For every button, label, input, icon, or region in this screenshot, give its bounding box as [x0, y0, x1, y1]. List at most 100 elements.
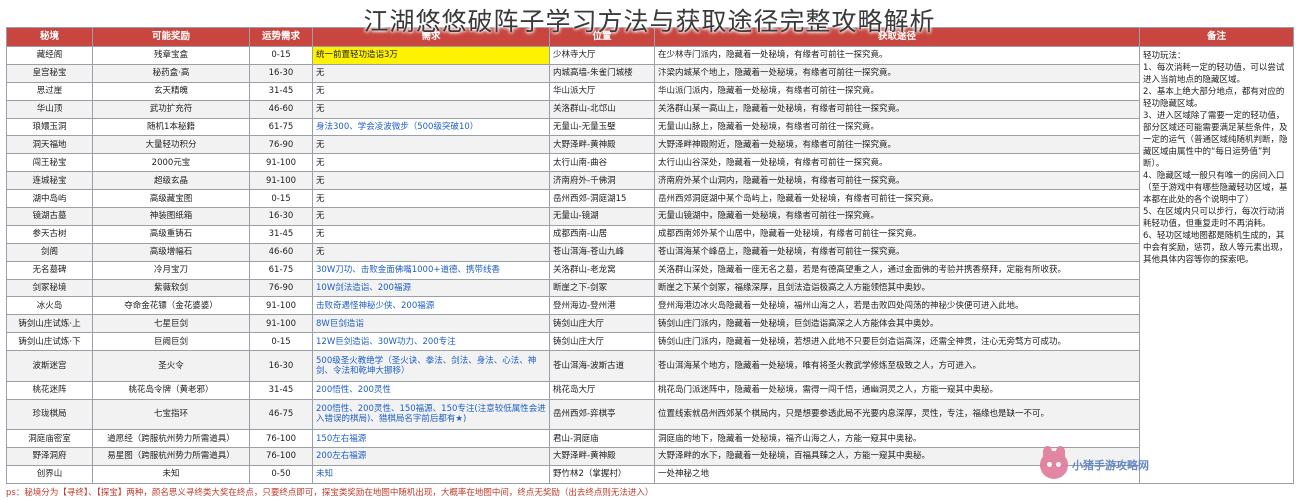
cell-method: 关洛群山深处，隐藏着一座无名之墓，若是有德高望重之人，通过金面佛的考验并携香祭拜…	[654, 260, 1140, 280]
cell-conditions: 无	[312, 224, 550, 244]
cell-location: 君山-洞庭庙	[549, 429, 655, 448]
cell-location: 太行山南-曲谷	[549, 153, 655, 173]
cell-conditions: 无	[312, 153, 550, 173]
cell-method: 铸剑山庄门派内，隐藏着一处秘境，巨剑造诣高深之人方能体会其中奥妙。	[654, 314, 1140, 334]
cell-secret: 华山顶	[6, 99, 93, 119]
table-row: 参天古树 高级重铸石 31-45 无成都西南-山居 成都西南郊外某个山居中，隐藏着一处秘…	[6, 224, 1294, 244]
cell-reward: 武功扩充符	[92, 99, 250, 119]
cell-method: 断崖之下某个剑冢，福缘深厚，且剑法造诣极高之人方能领悟其中奥妙。	[654, 278, 1140, 298]
cell-luck: 0-15	[249, 332, 313, 352]
table-row: 藏经阁 残章宝盒 0-15 统一前置轻功造诣3万 少林寺大厅 在少林寺门派内，隐藏着一处秘…	[6, 46, 1294, 484]
cell-secret: 野泽洞府	[6, 446, 93, 466]
cell-method: 太行山山谷深处，隐藏着一处秘境，有缘者可前往一探究竟。	[654, 153, 1140, 173]
notes-cell: 轻功玩法： 1、每次消耗一定的轻功值，可以尝试进入当前地点的隐藏区域。 2、基本…	[1139, 46, 1294, 484]
table-row: 桃花迷阵 桃花岛令牌（黄老邪） 31-45 200悟性、200灵性 桃花岛大厅 桃花岛门派…	[6, 380, 1294, 400]
cell-location: 铸剑山庄大厅	[549, 332, 655, 352]
guide-table: 秘境 可能奖励 运势需求 需求 位置 获取途径 备注 藏经阁 残章宝盒 0-15 统一…	[6, 27, 1294, 485]
cell-conditions: 无	[312, 189, 550, 209]
cell-secret: 波斯迷宫	[6, 350, 93, 382]
cell-luck: 91-100	[249, 171, 313, 191]
cell-conditions: 500级圣火教绝学（圣火诀、拳法、剑法、身法、心法、神剑、令法和乾坤大挪移）	[312, 350, 550, 382]
cell-method: 大野泽畔神殿附近，隐藏着一处秘境，有缘者可前往一探究竟。	[654, 135, 1140, 155]
cell-luck: 91-100	[249, 296, 313, 316]
cell-location: 成都西南-山居	[549, 224, 655, 244]
cell-reward: 冷月宝刀	[92, 260, 250, 280]
watermark-text: 小猪手游攻略网	[1072, 459, 1149, 472]
cell-location: 关洛群山-北邙山	[549, 99, 655, 119]
cell-reward: 夺命金花镖（金花婆婆）	[92, 296, 250, 316]
cell-luck: 16-30	[249, 350, 313, 382]
cell-luck: 31-45	[249, 224, 313, 244]
cell-reward: 高级藏宝图	[92, 189, 250, 209]
cell-secret: 思过崖	[6, 81, 93, 101]
cell-secret: 镜湖古墓	[6, 207, 93, 226]
cell-location: 无量山-无量玉璧	[549, 117, 655, 137]
cell-method: 苍山洱海某个峰岳上，隐藏着一处秘境，有缘者可前往一探究竟。	[654, 242, 1140, 262]
cell-method: 无量山镜湖中，隐藏着一处秘境，有缘者可前往一探究竟。	[654, 207, 1140, 226]
cell-reward: 随机1本秘籍	[92, 117, 250, 137]
table-row: 闯王秘宝 2000元宝 91-100 无太行山南-曲谷 太行山山谷深处，隐藏着一处秘境，…	[6, 153, 1294, 173]
cell-luck: 46-60	[249, 242, 313, 262]
cell-secret: 珍珑棋局	[6, 398, 93, 431]
cell-luck: 0-15	[249, 46, 313, 65]
cell-method: 济南府外某个山洞内，隐藏着一处秘境，有缘者可前往一探究竟。	[654, 171, 1140, 191]
cell-location: 少林寺大厅	[549, 46, 655, 65]
cell-luck: 46-60	[249, 99, 313, 119]
cell-method: 桃花岛门派迷阵中，隐藏着一处秘境，需得一闯千悟，通幽洞灵之人，方能一窥其中奥秘。	[654, 380, 1140, 400]
cell-conditions: 无	[312, 81, 550, 101]
cell-location: 内城高墙-朱雀门城楼	[549, 63, 655, 83]
table-row: 洞天福地 大量轻功积分 76-90 无大野泽畔-黄神殿 大野泽畔神殿附近，隐藏着一处秘境…	[6, 135, 1294, 155]
cell-conditions: 150左右福源	[312, 429, 550, 448]
cell-luck: 61-75	[249, 260, 313, 280]
cell-location: 无量山-镜湖	[549, 207, 655, 226]
table-row: 铸剑山庄试炼·上 七星巨剑 91-100 8W巨剑造诣 铸剑山庄大厅 铸剑山庄门派内，隐藏…	[6, 314, 1294, 334]
cell-method: 岳州西郊洞庭湖中某个岛屿上，隐藏着一处秘境，有缘者可前往一探究竟。	[654, 189, 1140, 209]
cell-conditions: 未知	[312, 464, 550, 485]
cell-secret: 剑阁	[6, 242, 93, 262]
cell-luck: 31-45	[249, 380, 313, 400]
table-row: 珍珑棋局 七宝指环 46-75 200悟性、200灵性、150福源、150专注(注意较…	[6, 398, 1294, 431]
cell-conditions: 8W巨剑造诣	[312, 314, 550, 334]
cell-conditions: 无	[312, 207, 550, 226]
table-row: 皇宫秘宝 秘药盒·高 16-30 无内城高墙-朱雀门城楼 汴梁内城某个地上，隐藏着一处秘…	[6, 63, 1294, 83]
cell-secret: 皇宫秘宝	[6, 63, 93, 83]
cell-conditions: 200左右福源	[312, 446, 550, 466]
cell-reward: 高级重铸石	[92, 224, 250, 244]
table-body: 藏经阁 残章宝盒 0-15 统一前置轻功造诣3万 少林寺大厅 在少林寺门派内，隐藏着一处秘…	[6, 46, 1294, 485]
table-row: 剑阁 高级增幅石 46-60 无苍山洱海-苍山九峰 苍山洱海某个峰岳上，隐藏着一处秘境，…	[6, 242, 1294, 262]
cell-secret: 藏经阁	[6, 46, 93, 65]
cell-reward: 2000元宝	[92, 153, 250, 173]
cell-conditions: 12W巨剑造诣、30W功力、200专注	[312, 332, 550, 352]
cell-method: 登州海港边冰火岛隐藏着一处秘境，福州山海之人，若是击败四处闯荡的神秘少侠便可进入…	[654, 296, 1140, 316]
table-row: 剑冢秘境 紫薇软剑 76-90 10W剑法造诣、200福源 断崖之下-剑冢 断崖之下某个剑…	[6, 278, 1294, 298]
cell-location: 大野泽畔-黄神殿	[549, 135, 655, 155]
cell-luck: 76-100	[249, 429, 313, 448]
cell-method: 成都西南郊外某个山居中，隐藏着一处秘境，有缘者可前往一探究竟。	[654, 224, 1140, 244]
cell-reward: 七宝指环	[92, 398, 250, 431]
cell-location: 华山派大厅	[549, 81, 655, 101]
cell-conditions: 无	[312, 171, 550, 191]
cell-reward: 易星图（跨服杭州势力所需道具）	[92, 446, 250, 466]
table-row: 琅嬛玉洞 随机1本秘籍 61-75 身法300、学会凌波微步（500级突破10） 无量山…	[6, 117, 1294, 137]
cell-luck: 61-75	[249, 117, 313, 137]
cell-location: 岳州西郊-洞庭湖15	[549, 189, 655, 209]
table-row: 连城秘宝 超级玄晶 91-100 无济南府外-千佛洞 济南府外某个山洞内，隐藏着一处秘境…	[6, 171, 1294, 191]
cell-method: 汴梁内城某个地上，隐藏着一处秘境，有缘者可前往一探究竟。	[654, 63, 1140, 83]
cell-secret: 洞庭庙密室	[6, 429, 93, 448]
cell-method: 铸剑山庄门派内，隐藏着一处秘境，若想进入此地不只要巨剑造诣高深，还需全神贯，注心…	[654, 332, 1140, 352]
cell-luck: 0-50	[249, 464, 313, 485]
cell-conditions: 无	[312, 63, 550, 83]
cell-location: 济南府外-千佛洞	[549, 171, 655, 191]
cell-method: 关洛群山某一高山上，隐藏着一处秘境，有缘者可前往一探究竟。	[654, 99, 1140, 119]
cell-reward: 残章宝盒	[92, 46, 250, 65]
table-row: 湖中岛屿 高级藏宝图 0-15 无岳州西郊-洞庭湖15 岳州西郊洞庭湖中某个岛屿上，隐藏…	[6, 189, 1294, 209]
cell-location: 桃花岛大厅	[549, 380, 655, 400]
cell-secret: 琅嬛玉洞	[6, 117, 93, 137]
cell-reward: 神装图纸箱	[92, 207, 250, 226]
cell-secret: 剑冢秘境	[6, 278, 93, 298]
cell-location: 苍山洱海-波斯古道	[549, 350, 655, 382]
cell-secret: 铸剑山庄试炼·下	[6, 332, 93, 352]
cell-luck: 76-100	[249, 446, 313, 466]
cell-conditions: 30W刀功、击败金面佛嘴1000+道德、携带线香	[312, 260, 550, 280]
cell-luck: 16-30	[249, 207, 313, 226]
